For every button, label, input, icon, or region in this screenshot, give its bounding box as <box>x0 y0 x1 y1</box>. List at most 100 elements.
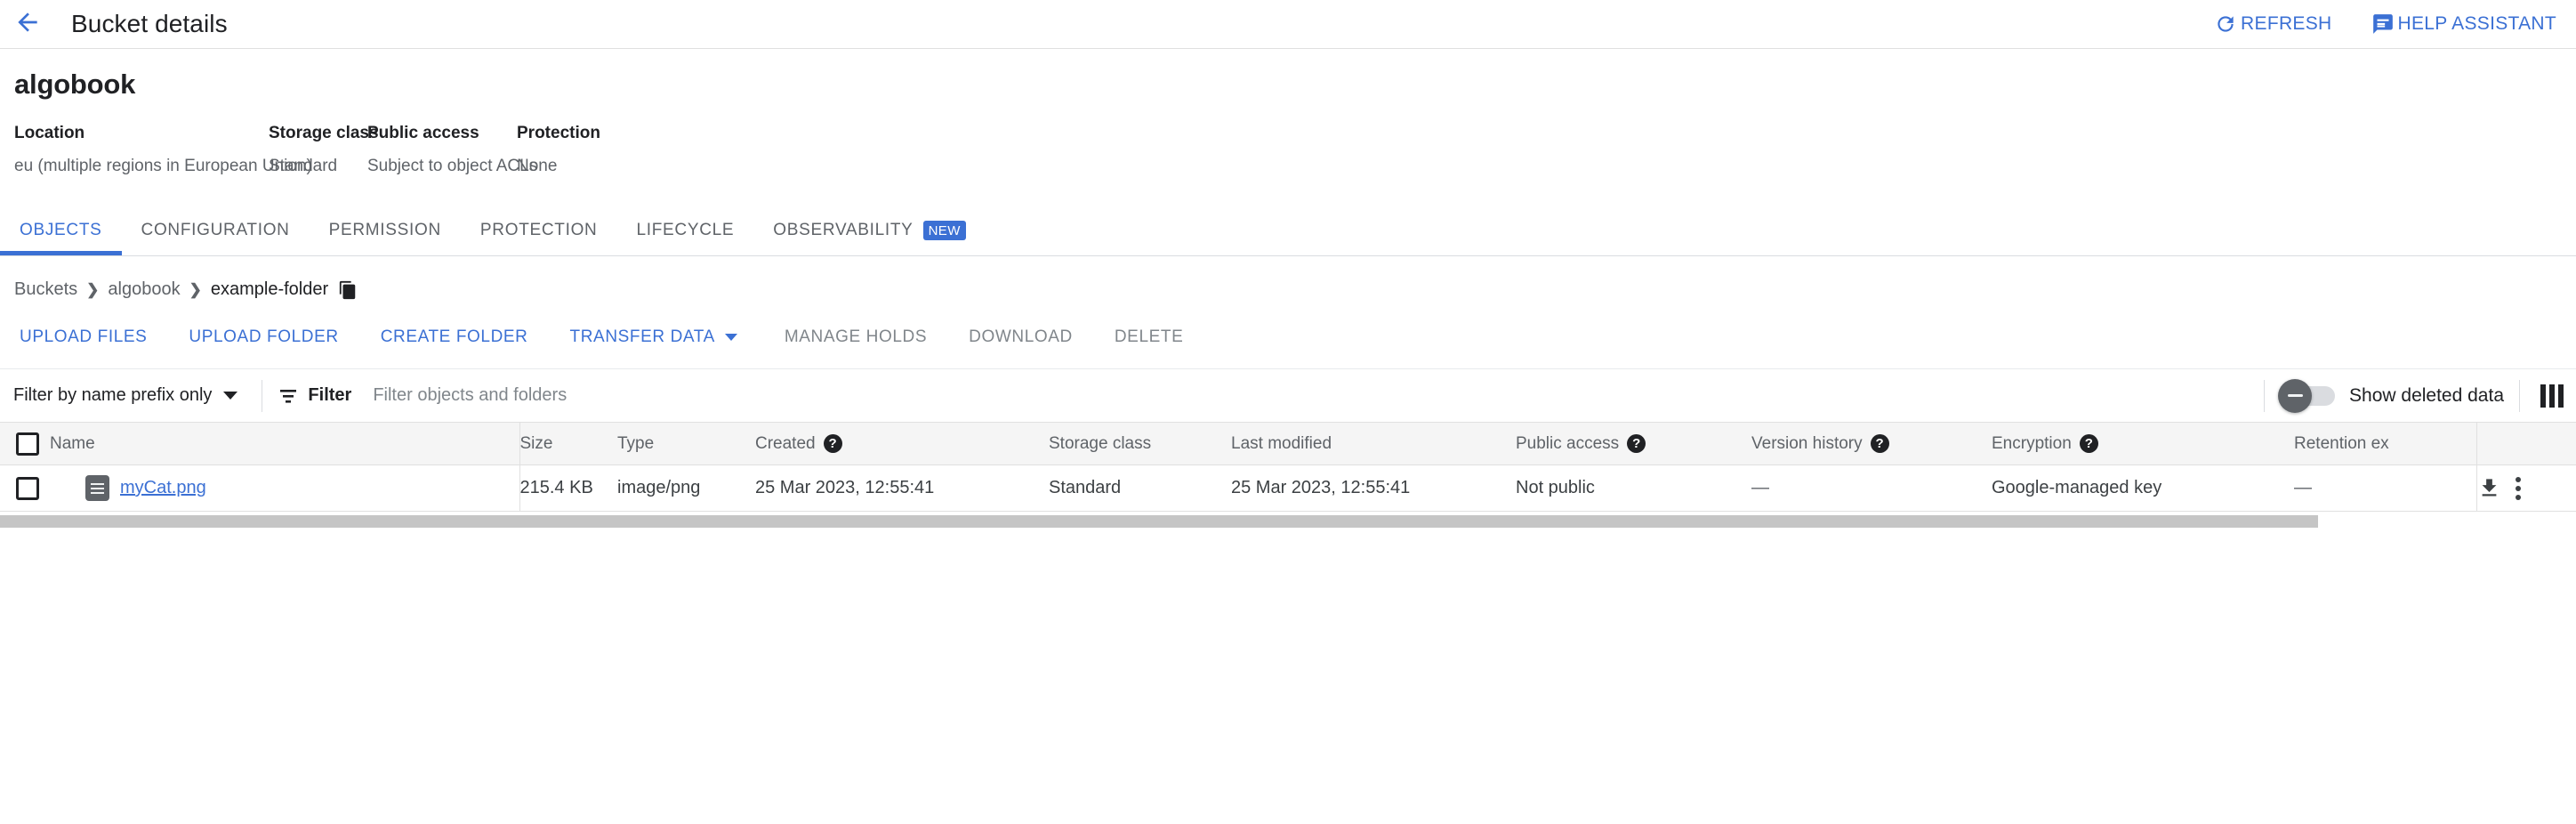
more-vert-icon[interactable] <box>2515 476 2521 500</box>
filter-bar-right: Show deleted data <box>2249 378 2576 413</box>
transfer-data-button[interactable]: TRANSFER DATA <box>570 327 737 347</box>
breadcrumb-separator: ❯ <box>86 280 100 298</box>
tab-configuration[interactable]: CONFIGURATION <box>122 206 310 255</box>
toggle-knob <box>2278 378 2313 413</box>
delete-button[interactable]: DELETE <box>1115 327 1184 347</box>
help-icon[interactable]: ? <box>1627 434 1646 453</box>
bucket-meta-row: Location eu (multiple regions in Europea… <box>14 124 2576 176</box>
meta-protection-value: None <box>517 157 558 175</box>
tab-lifecycle-label: LIFECYCLE <box>636 221 735 239</box>
header-last-modified-label: Last modified <box>1231 433 1332 453</box>
tab-permission-label: PERMISSION <box>328 221 441 239</box>
object-name-link[interactable]: myCat.png <box>120 478 206 498</box>
header-storage-class-label: Storage class <box>1049 433 1152 453</box>
table-body: myCat.png 215.4 KB image/png 25 Mar 2023… <box>0 465 2576 512</box>
header-name[interactable]: Name <box>50 422 520 465</box>
header-last-modified[interactable]: Last modified <box>1231 422 1516 465</box>
breadcrumb-separator: ❯ <box>189 280 202 298</box>
upload-folder-label: UPLOAD FOLDER <box>189 327 339 346</box>
filter-input[interactable] <box>371 384 994 407</box>
cell-select <box>0 465 50 512</box>
object-storage-class: Standard <box>1049 478 1122 497</box>
header-select-all <box>0 422 50 465</box>
help-assistant-button[interactable]: HELP ASSISTANT <box>2371 12 2557 36</box>
cell-created: 25 Mar 2023, 12:55:41 <box>755 465 1049 512</box>
cell-last-modified: 25 Mar 2023, 12:55:41 <box>1231 465 1516 512</box>
show-deleted-data-toggle[interactable] <box>2278 378 2336 413</box>
tab-configuration-label: CONFIGURATION <box>141 221 290 239</box>
header-name-label: Name <box>50 433 95 453</box>
header-storage-class[interactable]: Storage class <box>1049 422 1231 465</box>
horizontal-scrollbar[interactable] <box>0 512 2576 528</box>
table-header: Name Size Type Created ? Storage class L… <box>0 422 2576 465</box>
header-size-label: Size <box>519 433 553 453</box>
breadcrumb: Buckets ❯ algobook ❯ example-folder <box>0 256 2576 300</box>
objects-table: Name Size Type Created ? Storage class L… <box>0 422 2576 512</box>
filter-icon[interactable] <box>278 385 299 407</box>
help-icon[interactable]: ? <box>823 434 842 453</box>
breadcrumb-item-algobook[interactable]: algobook <box>108 279 180 300</box>
copy-icon[interactable] <box>338 280 358 300</box>
meta-storage-class-label: Storage class <box>269 124 379 142</box>
breadcrumb-item-buckets[interactable]: Buckets <box>14 279 77 300</box>
cell-name: myCat.png <box>50 465 520 512</box>
select-all-checkbox[interactable] <box>16 432 39 456</box>
back-button[interactable] <box>8 4 47 44</box>
upload-folder-button[interactable]: UPLOAD FOLDER <box>189 327 338 347</box>
meta-protection: Protection None <box>517 124 600 176</box>
meta-public-access-label: Public access <box>367 124 479 142</box>
header-type[interactable]: Type <box>617 422 755 465</box>
column-settings-icon[interactable] <box>2540 384 2564 408</box>
tab-observability-label: OBSERVABILITY <box>773 221 914 239</box>
object-toolbar: UPLOAD FILES UPLOAD FOLDER CREATE FOLDER… <box>0 300 2576 353</box>
show-deleted-data-label: Show deleted data <box>2349 384 2504 406</box>
object-public-access: Not public <box>1516 478 1595 497</box>
refresh-label: REFRESH <box>2241 13 2332 34</box>
upload-files-button[interactable]: UPLOAD FILES <box>20 327 147 347</box>
cell-public-access: Not public <box>1516 465 1751 512</box>
header-row-actions <box>2476 422 2576 465</box>
header-encryption[interactable]: Encryption ? <box>1992 422 2294 465</box>
manage-holds-button[interactable]: MANAGE HOLDS <box>785 327 927 347</box>
header-encryption-label: Encryption <box>1992 433 2072 453</box>
meta-storage-class: Storage class Standard <box>269 124 379 176</box>
header-created[interactable]: Created ? <box>755 422 1049 465</box>
transfer-data-label: TRANSFER DATA <box>569 327 715 346</box>
cell-storage-class: Standard <box>1049 465 1231 512</box>
tab-observability[interactable]: OBSERVABILITY NEW <box>753 206 986 255</box>
cell-size: 215.4 KB <box>519 465 617 512</box>
create-folder-button[interactable]: CREATE FOLDER <box>381 327 528 347</box>
app-bar-actions: REFRESH HELP ASSISTANT <box>2214 12 2576 36</box>
object-retention: — <box>2294 478 2312 497</box>
download-icon[interactable] <box>2477 476 2501 500</box>
download-button[interactable]: DOWNLOAD <box>969 327 1073 347</box>
tab-protection[interactable]: PROTECTION <box>461 206 617 255</box>
header-version-history[interactable]: Version history ? <box>1751 422 1992 465</box>
meta-public-access-value: Subject to object ACLs <box>367 157 538 175</box>
prefix-filter-select[interactable]: Filter by name prefix only <box>4 385 246 406</box>
refresh-button[interactable]: REFRESH <box>2214 12 2331 36</box>
app-bar: Bucket details REFRESH HELP ASSISTANT <box>0 0 2576 49</box>
row-checkbox[interactable] <box>16 476 39 500</box>
header-retention-expiration-label: Retention ex <box>2294 433 2389 453</box>
tab-objects[interactable]: OBJECTS <box>0 206 122 255</box>
tab-protection-label: PROTECTION <box>479 221 598 239</box>
header-size[interactable]: Size <box>519 422 617 465</box>
header-retention-expiration[interactable]: Retention ex <box>2294 422 2477 465</box>
header-version-history-label: Version history <box>1751 433 1863 453</box>
file-icon <box>85 475 109 501</box>
help-icon[interactable]: ? <box>1870 434 1889 453</box>
table-row[interactable]: myCat.png 215.4 KB image/png 25 Mar 2023… <box>0 465 2576 512</box>
cell-version-history: — <box>1751 465 1992 512</box>
object-type: image/png <box>617 478 701 497</box>
header-public-access-label: Public access <box>1516 433 1620 453</box>
cell-row-actions <box>2476 465 2576 512</box>
objects-table-wrapper: Name Size Type Created ? Storage class L… <box>0 422 2576 512</box>
header-public-access[interactable]: Public access ? <box>1516 422 1751 465</box>
tab-permission[interactable]: PERMISSION <box>310 206 461 255</box>
breadcrumb-item-example-folder: example-folder <box>210 279 329 299</box>
tab-lifecycle[interactable]: LIFECYCLE <box>616 206 753 255</box>
help-icon[interactable]: ? <box>2079 434 2098 453</box>
scrollbar-thumb[interactable] <box>0 515 2318 528</box>
help-assistant-label: HELP ASSISTANT <box>2397 13 2556 34</box>
